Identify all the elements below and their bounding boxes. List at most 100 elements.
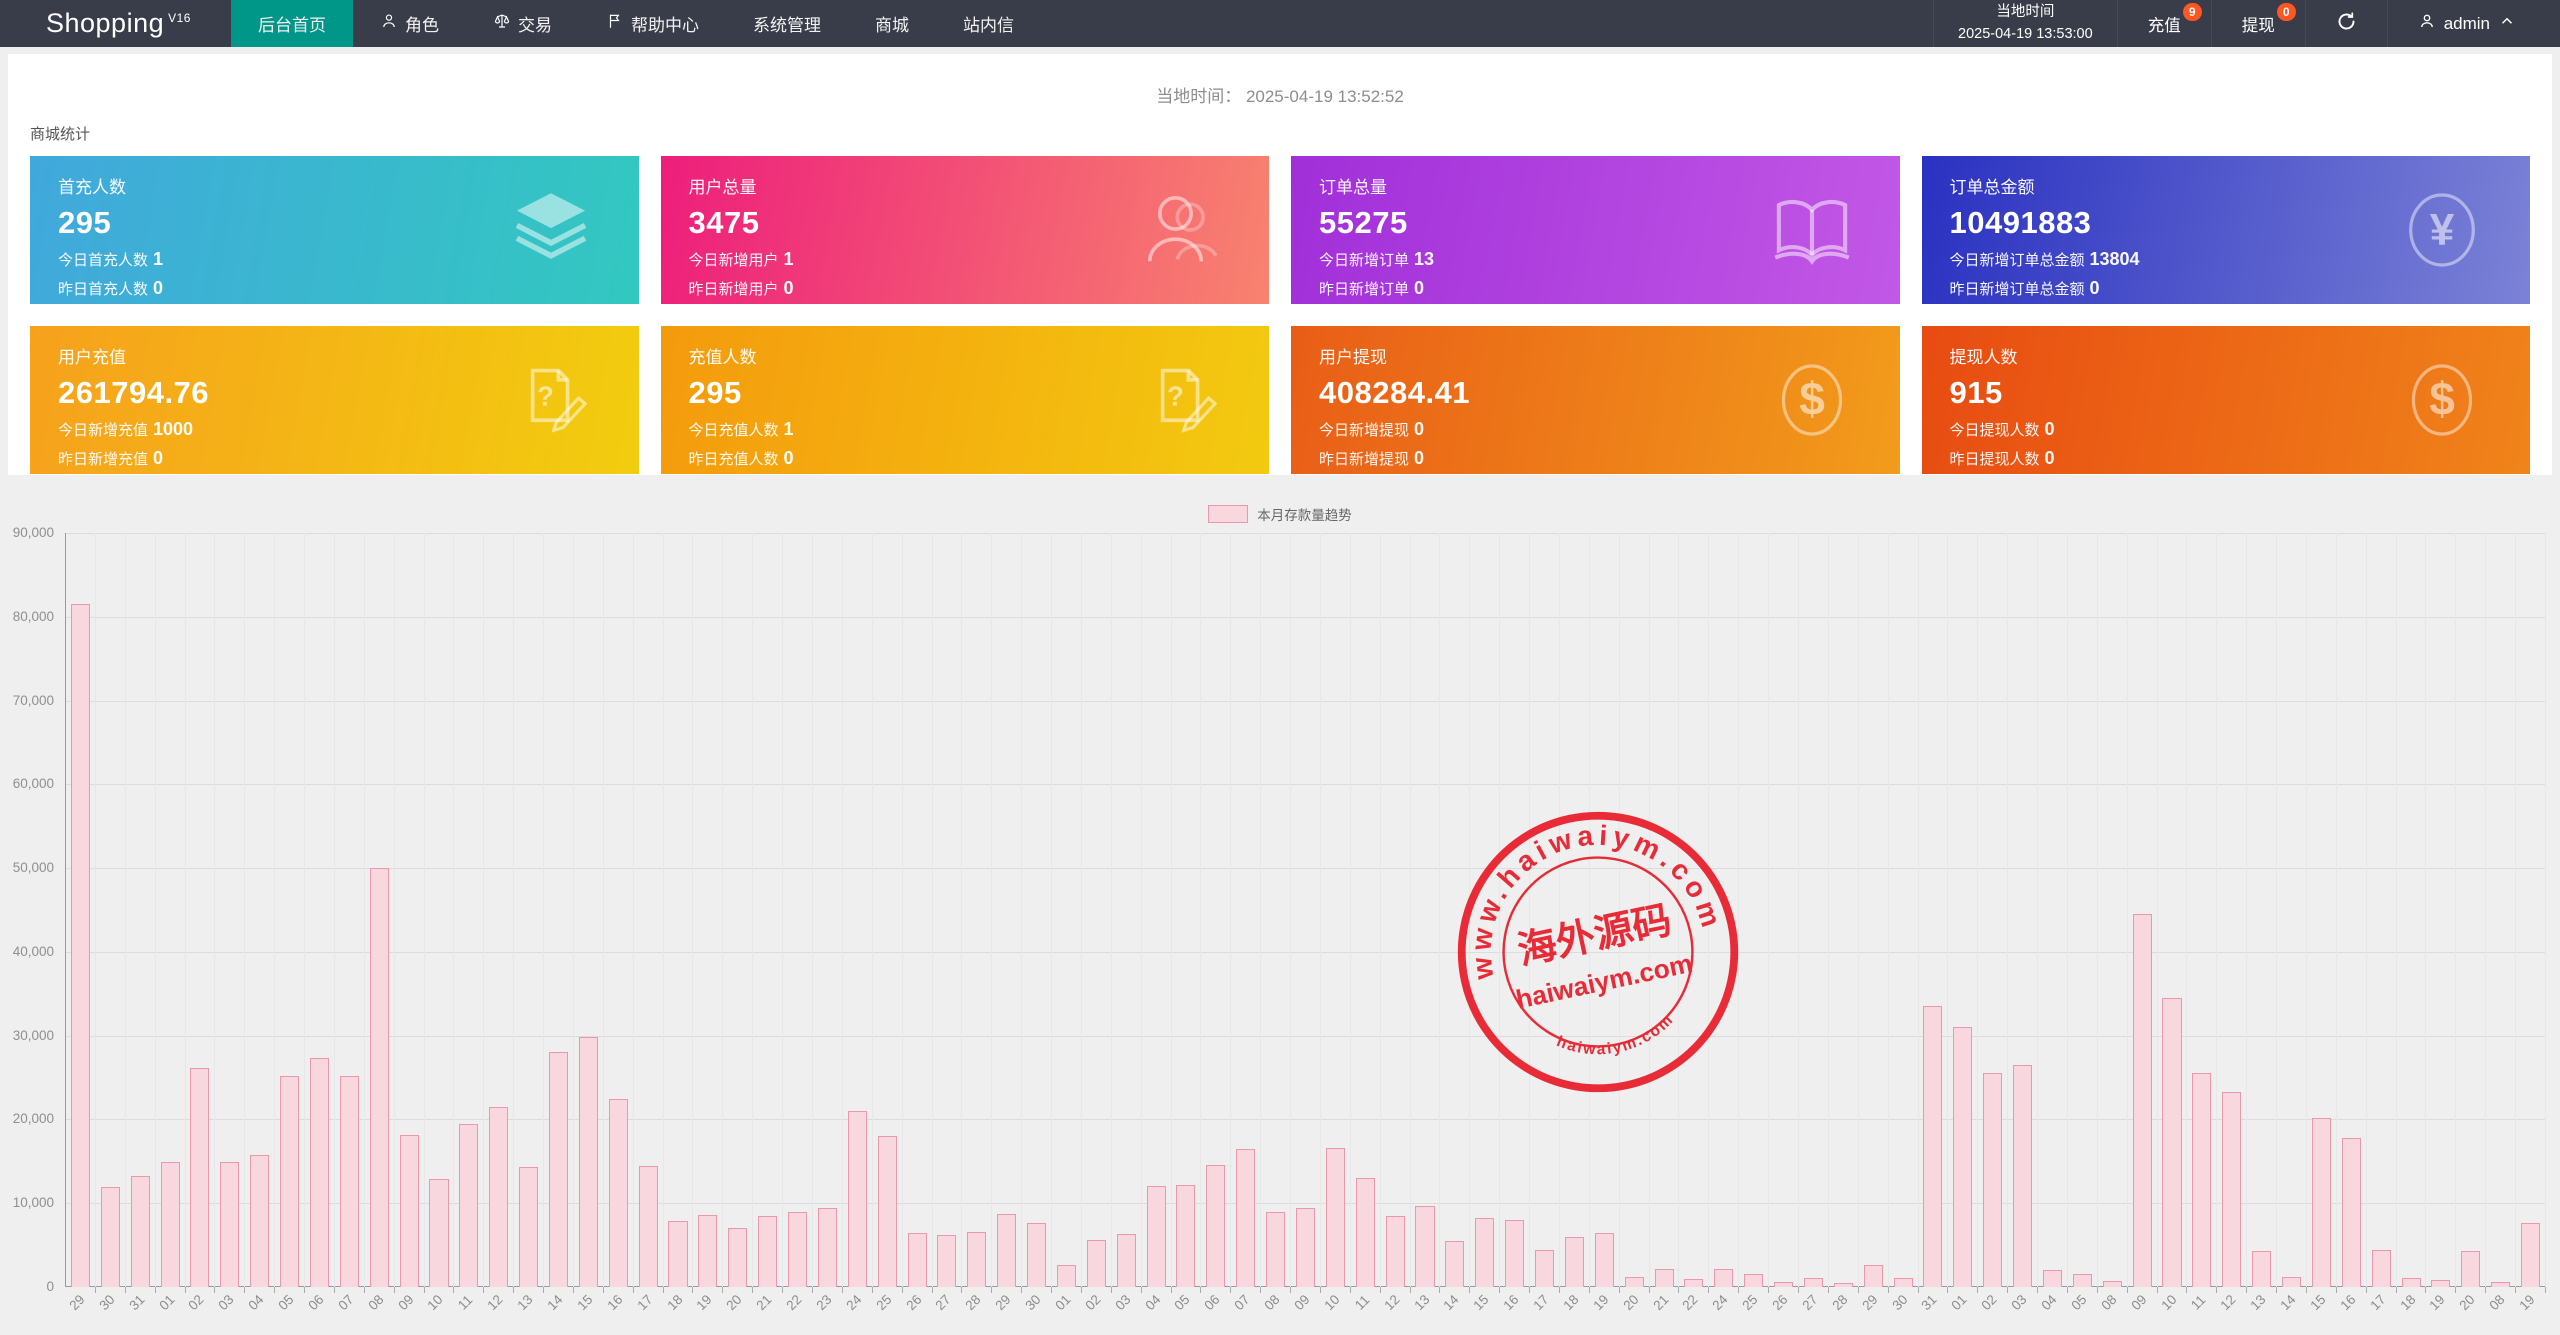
bar-02[interactable] xyxy=(1983,1073,2002,1287)
bar-19[interactable] xyxy=(2521,1223,2540,1287)
bar-31[interactable] xyxy=(1923,1006,1942,1287)
bar-13[interactable] xyxy=(2252,1251,2271,1287)
bar-03[interactable] xyxy=(220,1162,239,1287)
bar-16[interactable] xyxy=(609,1099,628,1287)
bar-21[interactable] xyxy=(758,1216,777,1287)
bar-05[interactable] xyxy=(2073,1274,2092,1287)
bar-04[interactable] xyxy=(1147,1186,1166,1287)
bar-02[interactable] xyxy=(190,1068,209,1287)
bar-17[interactable] xyxy=(639,1166,658,1287)
bar-08[interactable] xyxy=(1266,1212,1285,1287)
bar-19[interactable] xyxy=(698,1215,717,1287)
bar-22[interactable] xyxy=(788,1212,807,1287)
bar-14[interactable] xyxy=(549,1052,568,1287)
bar-14[interactable] xyxy=(2282,1277,2301,1287)
bar-18[interactable] xyxy=(668,1221,687,1287)
bar-11[interactable] xyxy=(2192,1073,2211,1287)
bar-28[interactable] xyxy=(967,1232,986,1287)
nav-item-0[interactable]: 后台首页 xyxy=(231,0,353,47)
nav-item-2[interactable]: 交易 xyxy=(466,0,579,47)
bar-05[interactable] xyxy=(1176,1185,1195,1287)
bar-slot xyxy=(783,533,813,1287)
bar-24[interactable] xyxy=(1714,1269,1733,1287)
bar-05[interactable] xyxy=(280,1076,299,1287)
bar-22[interactable] xyxy=(1684,1279,1703,1287)
bar-18[interactable] xyxy=(1565,1237,1584,1287)
bar-29[interactable] xyxy=(997,1214,1016,1287)
bar-25[interactable] xyxy=(878,1136,897,1287)
withdraw-button[interactable]: 提现 0 xyxy=(2212,0,2306,47)
x-tick xyxy=(214,1287,215,1293)
bar-06[interactable] xyxy=(310,1058,329,1287)
bar-06[interactable] xyxy=(1206,1165,1225,1287)
bar-20[interactable] xyxy=(728,1228,747,1287)
bar-11[interactable] xyxy=(459,1124,478,1287)
bar-15[interactable] xyxy=(1475,1218,1494,1287)
bar-20[interactable] xyxy=(1625,1277,1644,1287)
bar-30[interactable] xyxy=(1894,1278,1913,1287)
bar-01[interactable] xyxy=(161,1162,180,1287)
bar-09[interactable] xyxy=(400,1135,419,1287)
bar-15[interactable] xyxy=(2312,1118,2331,1287)
nav-item-6[interactable]: 站内信 xyxy=(936,0,1041,47)
bar-28[interactable] xyxy=(1834,1283,1853,1287)
bar-27[interactable] xyxy=(937,1235,956,1287)
bar-29[interactable] xyxy=(71,604,90,1287)
bar-04[interactable] xyxy=(250,1155,269,1287)
bar-03[interactable] xyxy=(1117,1234,1136,1287)
bar-08[interactable] xyxy=(2491,1282,2510,1287)
bar-09[interactable] xyxy=(1296,1208,1315,1287)
bar-13[interactable] xyxy=(519,1167,538,1287)
bar-03[interactable] xyxy=(2013,1065,2032,1287)
bar-11[interactable] xyxy=(1356,1178,1375,1287)
bar-29[interactable] xyxy=(1864,1265,1883,1287)
bar-26[interactable] xyxy=(908,1233,927,1287)
bar-09[interactable] xyxy=(2133,914,2152,1287)
bar-27[interactable] xyxy=(1804,1278,1823,1287)
bar-31[interactable] xyxy=(131,1176,150,1287)
bar-12[interactable] xyxy=(1386,1216,1405,1287)
bar-30[interactable] xyxy=(101,1187,120,1287)
bar-04[interactable] xyxy=(2043,1270,2062,1287)
bar-01[interactable] xyxy=(1057,1265,1076,1287)
bar-16[interactable] xyxy=(2342,1138,2361,1287)
bar-30[interactable] xyxy=(1027,1223,1046,1287)
bar-12[interactable] xyxy=(489,1107,508,1287)
nav-item-3[interactable]: 帮助中心 xyxy=(579,0,726,47)
bar-19[interactable] xyxy=(1595,1233,1614,1287)
bar-21[interactable] xyxy=(1655,1269,1674,1287)
bar-07[interactable] xyxy=(1236,1149,1255,1287)
bar-20[interactable] xyxy=(2461,1251,2480,1287)
bar-10[interactable] xyxy=(1326,1148,1345,1287)
bar-08[interactable] xyxy=(2103,1281,2122,1287)
nav-item-1[interactable]: 角色 xyxy=(353,0,466,47)
app-logo[interactable]: ShoppingV16 xyxy=(0,0,231,47)
bar-10[interactable] xyxy=(429,1179,448,1287)
chart-legend[interactable]: 本月存款量趋势 xyxy=(0,504,2560,524)
bar-slot xyxy=(1530,533,1560,1287)
bar-13[interactable] xyxy=(1415,1206,1434,1287)
bar-18[interactable] xyxy=(2402,1278,2421,1287)
bar-14[interactable] xyxy=(1445,1241,1464,1287)
bar-slot xyxy=(1620,533,1650,1287)
bar-08[interactable] xyxy=(370,868,389,1287)
bar-23[interactable] xyxy=(818,1208,837,1287)
bar-07[interactable] xyxy=(340,1076,359,1287)
bar-02[interactable] xyxy=(1087,1240,1106,1287)
recharge-button[interactable]: 充值 9 xyxy=(2118,0,2212,47)
bar-24[interactable] xyxy=(848,1111,867,1287)
refresh-button[interactable] xyxy=(2306,0,2388,47)
nav-item-5[interactable]: 商城 xyxy=(848,0,936,47)
bar-17[interactable] xyxy=(2372,1250,2391,1287)
bar-19[interactable] xyxy=(2431,1280,2450,1287)
bar-26[interactable] xyxy=(1774,1282,1793,1287)
bar-10[interactable] xyxy=(2162,998,2181,1287)
bar-01[interactable] xyxy=(1953,1027,1972,1287)
bar-12[interactable] xyxy=(2222,1092,2241,1287)
bar-25[interactable] xyxy=(1744,1274,1763,1287)
user-menu[interactable]: admin xyxy=(2388,0,2560,47)
bar-16[interactable] xyxy=(1505,1220,1524,1287)
nav-item-4[interactable]: 系统管理 xyxy=(726,0,848,47)
bar-15[interactable] xyxy=(579,1037,598,1287)
bar-17[interactable] xyxy=(1535,1250,1554,1287)
